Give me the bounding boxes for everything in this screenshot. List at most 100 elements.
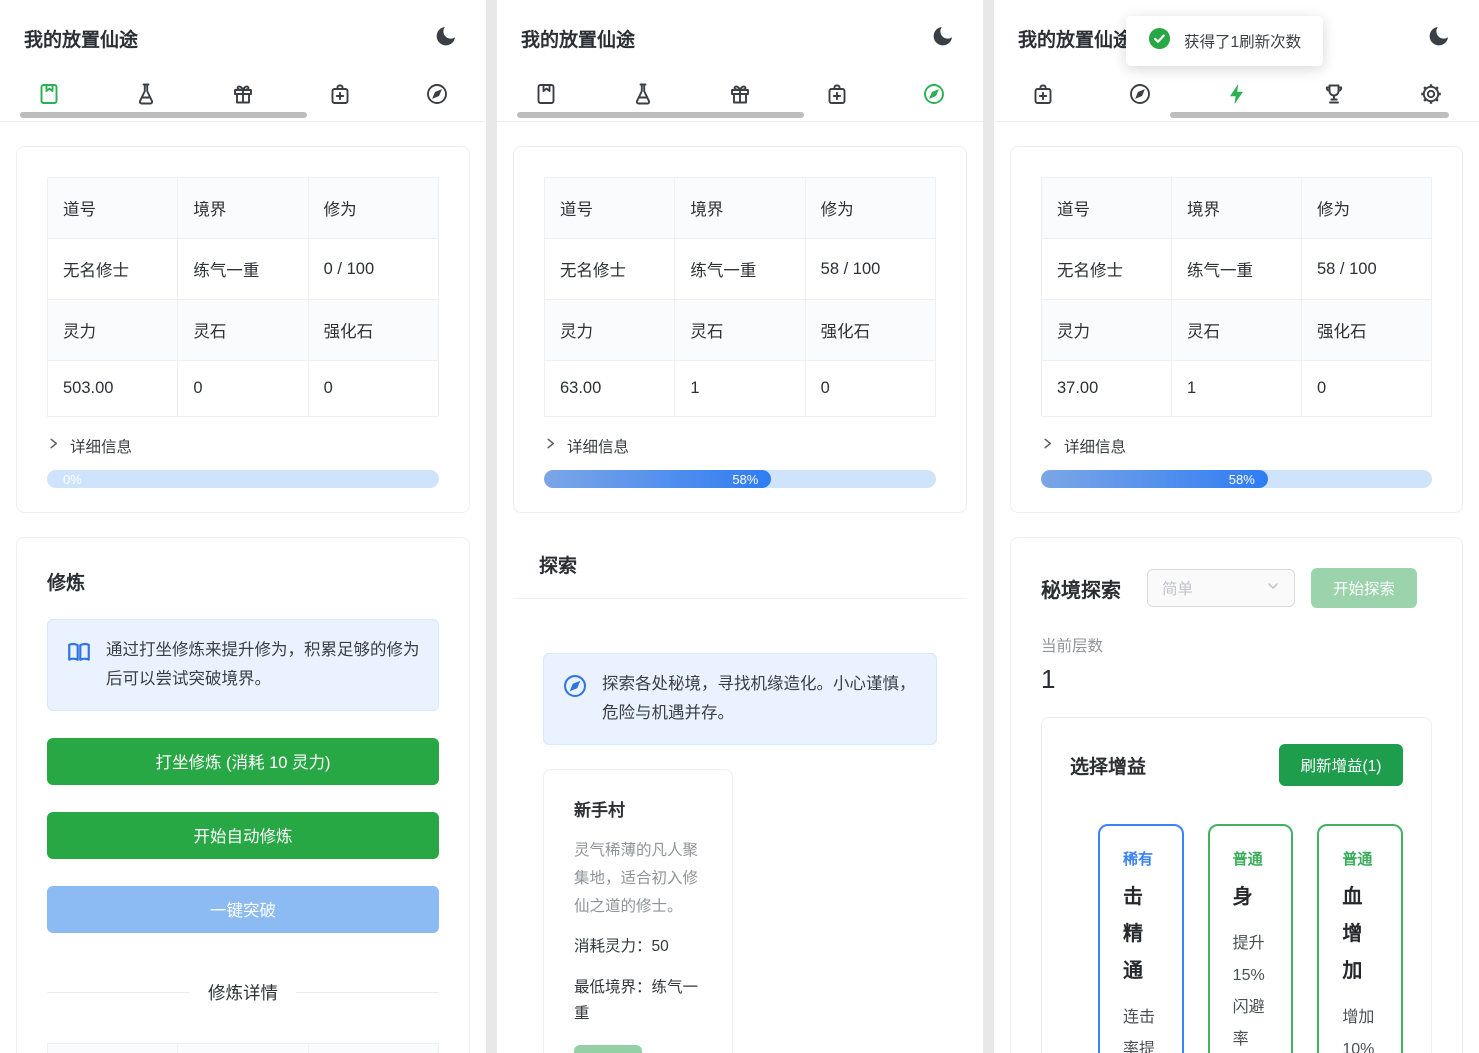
stat-header: 灵力 xyxy=(48,300,178,361)
buff-description: 连击率提升 xyxy=(1123,1002,1159,1053)
buff-name: 身 xyxy=(1233,879,1269,916)
character-stats-card: 道号 境界 修为 无名修士 练气一重 58 / 100 灵力 灵石 强化石 xyxy=(513,146,967,513)
buff-rarity: 普通 xyxy=(1342,848,1378,869)
stat-value: 37.00 xyxy=(1042,361,1172,417)
tab-items[interactable] xyxy=(789,74,886,118)
buff-rarity: 稀有 xyxy=(1123,848,1159,869)
stat-value: 58 / 100 xyxy=(1302,239,1432,300)
location-cost: 消耗灵力：50 xyxy=(574,934,702,960)
open-book-icon xyxy=(66,639,92,665)
tab-items[interactable] xyxy=(994,74,1091,118)
buff-rarity: 普通 xyxy=(1233,848,1269,869)
buff-description: 提升15%闪避率 xyxy=(1233,928,1269,1053)
buff-card-row: 稀有 击精通 连击率提升 普通 身 提升15%闪避率 普通 血增加 增加 xyxy=(1070,824,1403,1053)
details-label: 详细信息 xyxy=(567,435,629,457)
cultivation-info-box: 通过打坐修炼来提升修为，积累足够的修为后可以尝试突破境界。 xyxy=(47,619,439,711)
stat-header: 道号 xyxy=(1042,178,1172,239)
stat-value: 1 xyxy=(1172,361,1302,417)
stat-value: 58 / 100 xyxy=(805,239,935,300)
section-title: 修炼 xyxy=(47,568,439,595)
tab-scrollbar[interactable] xyxy=(517,112,804,118)
stat-header: 道号 xyxy=(545,178,675,239)
compass-icon xyxy=(1128,82,1152,111)
cultivation-details-table-header xyxy=(47,1043,439,1053)
breakthrough-button[interactable]: 一键突破 xyxy=(47,886,439,933)
buff-card[interactable]: 普通 血增加 增加10% xyxy=(1317,824,1403,1053)
flask-icon xyxy=(134,82,158,111)
info-text: 探索各处秘境，寻找机缘造化。小心谨慎，危险与机遇并存。 xyxy=(602,670,918,728)
floor-label: 当前层数 xyxy=(1041,634,1432,656)
panel-cultivation: 我的放置仙途 xyxy=(0,0,486,1053)
medkit-icon xyxy=(1031,82,1055,111)
buff-selection-card: 选择增益 刷新增益(1) 稀有 击精通 连击率提升 普通 身 提升15%闪避率 xyxy=(1041,717,1432,1053)
dungeon-head: 秘境探索 简单 开始探索 xyxy=(1041,568,1432,608)
stat-value: 1 xyxy=(675,361,805,417)
chevron-right-icon xyxy=(544,437,557,455)
panel-dungeon: 我的放置仙途 xyxy=(994,0,1479,1053)
tab-items[interactable] xyxy=(292,74,389,118)
details-toggle[interactable]: 详细信息 xyxy=(47,435,439,457)
character-stats-card: 道号 境界 修为 无名修士 练气一重 58 / 100 灵力 灵石 强化石 xyxy=(1010,146,1463,513)
buff-description: 增加10% xyxy=(1342,1002,1378,1053)
details-toggle[interactable]: 详细信息 xyxy=(544,435,936,457)
stat-value: 无名修士 xyxy=(545,239,675,300)
panel-content: 道号 境界 修为 无名修士 练气一重 58 / 100 灵力 灵石 强化石 xyxy=(994,122,1479,1053)
refresh-buffs-button[interactable]: 刷新增益(1) xyxy=(1279,744,1403,786)
stat-value: 练气一重 xyxy=(178,239,308,300)
stats-table: 道号 境界 修为 无名修士 练气一重 58 / 100 灵力 灵石 强化石 xyxy=(1041,177,1432,417)
book-icon xyxy=(534,82,558,111)
buff-card[interactable]: 稀有 击精通 连击率提升 xyxy=(1098,824,1184,1053)
panel-content: 道号 境界 修为 无名修士 练气一重 0 / 100 灵力 灵石 强化石 xyxy=(0,122,486,1053)
start-explore-button[interactable]: 开始探索 xyxy=(1311,568,1417,608)
dark-mode-moon-icon[interactable] xyxy=(434,24,458,48)
cultivation-section: 修炼 通过打坐修炼来提升修为，积累足够的修为后可以尝试突破境界。 打坐修炼 (消… xyxy=(16,537,470,1053)
difficulty-select[interactable]: 简单 xyxy=(1147,569,1295,607)
stat-value: 0 xyxy=(1302,361,1432,417)
dungeon-section: 秘境探索 简单 开始探索 当前层数 1 选择增益 刷新增益(1) xyxy=(1010,537,1463,1053)
medkit-icon xyxy=(328,82,352,111)
cultivation-progress-bar: 58% xyxy=(1041,470,1432,488)
difficulty-value: 简单 xyxy=(1162,577,1193,599)
book-icon xyxy=(37,82,61,111)
panel-separator xyxy=(486,0,497,1053)
toast-notification: 获得了1刷新次数 xyxy=(1126,16,1323,66)
chevron-right-icon xyxy=(47,437,60,455)
chevron-down-icon xyxy=(1266,579,1280,598)
progress-label: 0% xyxy=(63,472,82,487)
location-min-realm: 最低境界：练气一重 xyxy=(574,975,702,1028)
stat-header: 道号 xyxy=(48,178,178,239)
stats-table: 道号 境界 修为 无名修士 练气一重 0 / 100 灵力 灵石 强化石 xyxy=(47,177,439,417)
app-title: 我的放置仙途 xyxy=(521,25,635,52)
toast-text: 获得了1刷新次数 xyxy=(1184,30,1301,52)
panel-explore: 我的放置仙途 xyxy=(497,0,983,1053)
explore-button[interactable]: 探索 xyxy=(574,1045,642,1053)
meditate-button[interactable]: 打坐修炼 (消耗 10 灵力) xyxy=(47,738,439,785)
stat-header: 境界 xyxy=(675,178,805,239)
buff-name: 血增加 xyxy=(1342,879,1378,990)
tab-scrollbar[interactable] xyxy=(1170,112,1449,118)
details-label: 详细信息 xyxy=(70,435,132,457)
stat-header: 强化石 xyxy=(308,300,438,361)
stat-header: 灵石 xyxy=(178,300,308,361)
dark-mode-moon-icon[interactable] xyxy=(931,24,955,48)
bolt-icon xyxy=(1225,82,1249,111)
details-label: 详细信息 xyxy=(1064,435,1126,457)
tab-scrollbar[interactable] xyxy=(20,112,307,118)
tab-explore[interactable] xyxy=(886,74,983,118)
auto-cultivate-button[interactable]: 开始自动修炼 xyxy=(47,812,439,859)
buff-card[interactable]: 普通 身 提升15%闪避率 xyxy=(1208,824,1294,1053)
cultivation-progress-bar: 0% xyxy=(47,470,439,488)
check-circle-icon xyxy=(1148,27,1171,55)
progress-label: 58% xyxy=(1229,472,1255,487)
stat-value: 无名修士 xyxy=(1042,239,1172,300)
tab-explore[interactable] xyxy=(389,74,486,118)
details-toggle[interactable]: 详细信息 xyxy=(1041,435,1432,457)
stat-value: 0 xyxy=(178,361,308,417)
stat-header: 强化石 xyxy=(1302,300,1432,361)
explore-info-box: 探索各处秘境，寻找机缘造化。小心谨慎，危险与机遇并存。 xyxy=(543,653,937,745)
dark-mode-moon-icon[interactable] xyxy=(1427,24,1451,48)
stat-value: 无名修士 xyxy=(48,239,178,300)
compass-info-icon xyxy=(562,673,588,699)
stat-header: 修为 xyxy=(805,178,935,239)
location-name: 新手村 xyxy=(574,796,702,821)
